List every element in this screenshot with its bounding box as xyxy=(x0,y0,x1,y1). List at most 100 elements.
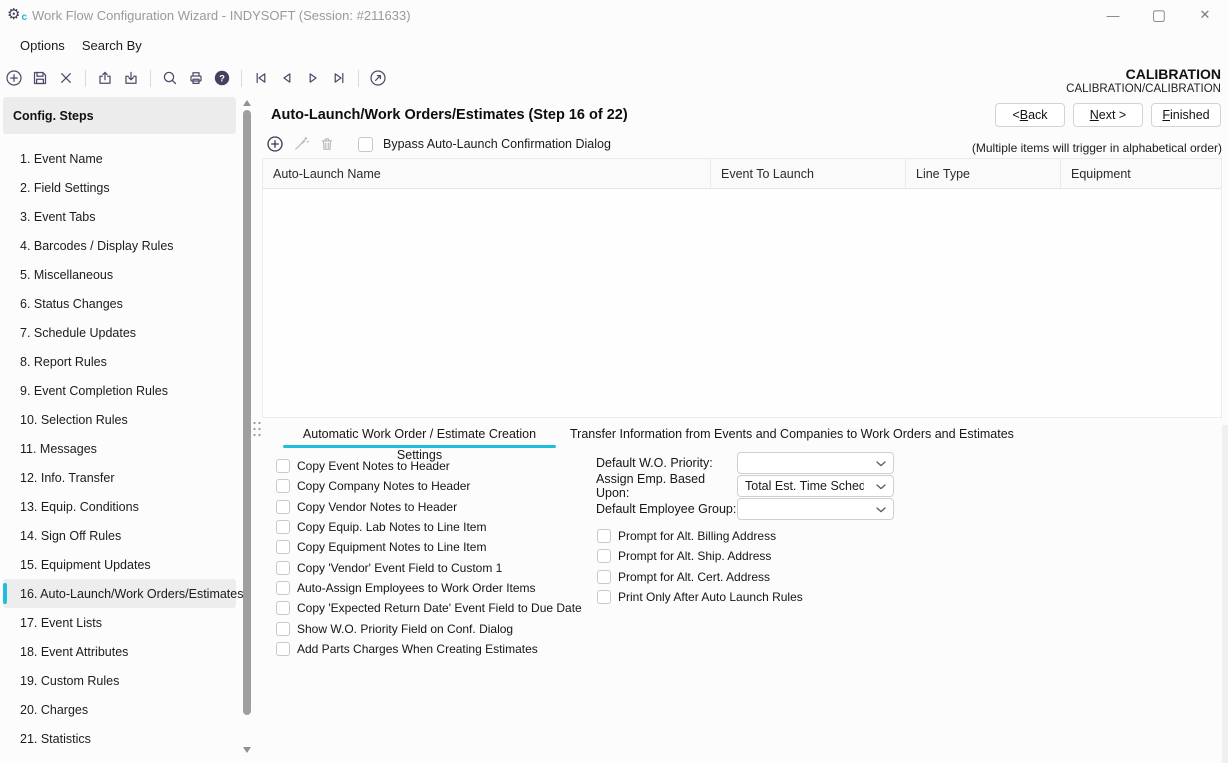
sidebar-item[interactable]: 1. Event Name xyxy=(3,144,236,173)
column-header-equipment[interactable]: Equipment xyxy=(1061,159,1221,188)
add-icon[interactable] xyxy=(5,69,23,87)
next-record-icon[interactable] xyxy=(304,69,322,87)
next-button[interactable]: Next > xyxy=(1073,103,1143,127)
splitter-handle[interactable] xyxy=(252,420,263,437)
sidebar-item[interactable]: 10. Selection Rules xyxy=(3,405,236,434)
checkbox[interactable] xyxy=(597,570,611,584)
checkbox-row[interactable]: Copy Equip. Lab Notes to Line Item xyxy=(276,517,582,537)
checkbox[interactable] xyxy=(276,500,290,514)
checkbox-row[interactable]: Copy Company Notes to Header xyxy=(276,476,582,496)
sidebar-item-label: 18. Event Attributes xyxy=(20,645,128,659)
checkbox-row[interactable]: Auto-Assign Employees to Work Order Item… xyxy=(276,578,582,598)
checkbox[interactable] xyxy=(276,601,290,615)
checkbox[interactable] xyxy=(276,540,290,554)
checkbox-row[interactable]: Copy Equipment Notes to Line Item xyxy=(276,537,582,557)
checkbox[interactable] xyxy=(276,459,290,473)
prompt-settings-checkbox-list: Prompt for Alt. Billing Address Prompt f… xyxy=(597,526,803,607)
sidebar-item[interactable]: 17. Event Lists xyxy=(3,608,236,637)
sidebar-item[interactable]: 7. Schedule Updates xyxy=(3,318,236,347)
checkbox[interactable] xyxy=(276,581,290,595)
checkbox-row[interactable]: Copy 'Vendor' Event Field to Custom 1 xyxy=(276,557,582,577)
column-header-line-type[interactable]: Line Type xyxy=(906,159,1061,188)
checkbox-row[interactable]: Copy Event Notes to Header xyxy=(276,456,582,476)
checkbox-row[interactable]: Prompt for Alt. Ship. Address xyxy=(597,546,803,566)
sidebar-item[interactable]: 4. Barcodes / Display Rules xyxy=(3,231,236,260)
sidebar-scrollbar-thumb[interactable] xyxy=(243,110,251,715)
import-icon[interactable] xyxy=(122,69,140,87)
sidebar-item-label: 15. Equipment Updates xyxy=(20,558,151,572)
sidebar-item[interactable]: 12. Info. Transfer xyxy=(3,463,236,492)
sidebar-item[interactable]: 8. Report Rules xyxy=(3,347,236,376)
sidebar-item[interactable]: 20. Charges xyxy=(3,695,236,724)
close-button[interactable]: ✕ xyxy=(1182,0,1228,30)
delete-icon[interactable] xyxy=(57,69,75,87)
creation-settings-checkbox-list: Copy Event Notes to Header Copy Company … xyxy=(276,456,582,659)
sidebar-scroll-down-icon[interactable] xyxy=(243,747,251,753)
sidebar-item[interactable]: 15. Equipment Updates xyxy=(3,550,236,579)
context-header: CALIBRATION CALIBRATION/CALIBRATION < Ba… xyxy=(995,66,1221,127)
sidebar-item[interactable]: 21. Statistics xyxy=(3,724,236,753)
config-steps-list: 1. Event Name 2. Field Settings 3. Event… xyxy=(3,144,236,753)
checkbox[interactable] xyxy=(597,590,611,604)
checkbox-row[interactable]: Copy Vendor Notes to Header xyxy=(276,497,582,517)
menu-item[interactable]: Options xyxy=(18,35,67,56)
tab-automatic-creation-settings[interactable]: Automatic Work Order / Estimate Creation… xyxy=(283,424,556,445)
sidebar-item[interactable]: 18. Event Attributes xyxy=(3,637,236,666)
checkbox[interactable] xyxy=(276,622,290,636)
sidebar-item[interactable]: 13. Equip. Conditions xyxy=(3,492,236,521)
print-icon[interactable] xyxy=(187,69,205,87)
sidebar-item[interactable]: 5. Miscellaneous xyxy=(3,260,236,289)
sidebar-item[interactable]: 11. Messages xyxy=(3,434,236,463)
menu-bar: Options Search By xyxy=(0,31,144,60)
sidebar-item-label: 17. Event Lists xyxy=(20,616,102,630)
export-icon[interactable] xyxy=(96,69,114,87)
checkbox-row[interactable]: Prompt for Alt. Cert. Address xyxy=(597,567,803,587)
checkbox-row[interactable]: Prompt for Alt. Billing Address xyxy=(597,526,803,546)
checkbox[interactable] xyxy=(276,642,290,656)
add-auto-launch-icon[interactable] xyxy=(266,135,284,153)
sidebar-item[interactable]: 14. Sign Off Rules xyxy=(3,521,236,550)
help-icon[interactable]: ? xyxy=(213,69,231,87)
checkbox-label: Prompt for Alt. Billing Address xyxy=(618,529,776,543)
previous-record-icon[interactable] xyxy=(278,69,296,87)
first-record-icon[interactable] xyxy=(252,69,270,87)
checkbox[interactable] xyxy=(597,549,611,563)
auto-launch-table: Auto-Launch Name Event To Launch Line Ty… xyxy=(262,158,1222,418)
checkbox[interactable] xyxy=(597,529,611,543)
maximize-button[interactable]: ▢ xyxy=(1136,0,1182,30)
search-icon[interactable] xyxy=(161,69,179,87)
delete-auto-launch-icon[interactable] xyxy=(318,135,336,153)
tab-transfer-information[interactable]: Transfer Information from Events and Com… xyxy=(570,424,1014,445)
sidebar-item[interactable]: 16. Auto-Launch/Work Orders/Estimates xyxy=(3,579,236,608)
checkbox[interactable] xyxy=(276,520,290,534)
checkbox-row[interactable]: Add Parts Charges When Creating Estimate… xyxy=(276,639,582,659)
edit-wand-icon[interactable] xyxy=(292,135,310,153)
menu-item[interactable]: Search By xyxy=(80,35,144,56)
navigator-icon[interactable] xyxy=(369,69,387,87)
column-header-auto-launch-name[interactable]: Auto-Launch Name xyxy=(263,159,711,188)
checkbox[interactable] xyxy=(276,561,290,575)
sidebar-item[interactable]: 6. Status Changes xyxy=(3,289,236,318)
last-record-icon[interactable] xyxy=(330,69,348,87)
column-header-event-to-launch[interactable]: Event To Launch xyxy=(711,159,906,188)
checkbox-row[interactable]: Print Only After Auto Launch Rules xyxy=(597,587,803,607)
finished-button[interactable]: Finished xyxy=(1151,103,1221,127)
save-icon[interactable] xyxy=(31,69,49,87)
checkbox[interactable] xyxy=(276,479,290,493)
back-button[interactable]: < Back xyxy=(995,103,1065,127)
sidebar-item[interactable]: 2. Field Settings xyxy=(3,173,236,202)
sidebar-item[interactable]: 3. Event Tabs xyxy=(3,202,236,231)
checkbox-label: Copy 'Vendor' Event Field to Custom 1 xyxy=(297,561,502,575)
checkbox-row[interactable]: Copy 'Expected Return Date' Event Field … xyxy=(276,598,582,618)
checkbox-label: Show W.O. Priority Field on Conf. Dialog xyxy=(297,622,513,636)
dropdown[interactable] xyxy=(737,498,894,520)
minimize-button[interactable]: — xyxy=(1090,0,1136,30)
bypass-confirmation-checkbox[interactable] xyxy=(358,137,373,152)
sidebar-item[interactable]: 19. Custom Rules xyxy=(3,666,236,695)
dropdown[interactable]: Total Est. Time Scheduled xyxy=(737,475,894,497)
sidebar-scroll-up-icon[interactable] xyxy=(243,100,251,106)
sidebar-item-label: 11. Messages xyxy=(20,442,97,456)
dropdown[interactable] xyxy=(737,452,894,474)
sidebar-item[interactable]: 9. Event Completion Rules xyxy=(3,376,236,405)
checkbox-row[interactable]: Show W.O. Priority Field on Conf. Dialog xyxy=(276,618,582,638)
